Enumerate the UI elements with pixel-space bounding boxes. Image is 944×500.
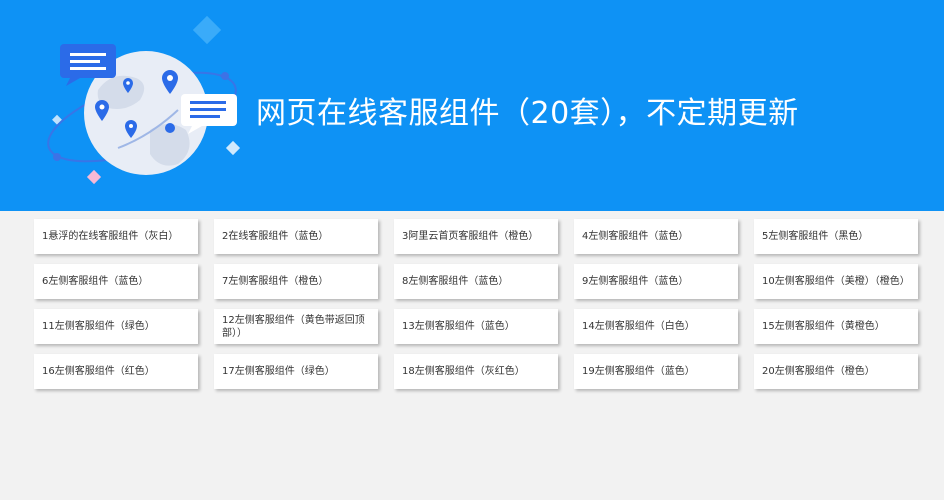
component-card[interactable]: 9左侧客服组件（蓝色） bbox=[574, 264, 738, 299]
component-card[interactable]: 15左侧客服组件（黄橙色） bbox=[754, 309, 918, 344]
component-card[interactable]: 1悬浮的在线客服组件（灰白） bbox=[34, 219, 198, 254]
component-label: 6左侧客服组件（蓝色） bbox=[42, 276, 149, 287]
component-label: 2在线客服组件（蓝色） bbox=[222, 231, 329, 242]
component-card[interactable]: 19左侧客服组件（蓝色） bbox=[574, 354, 738, 389]
component-label: 14左侧客服组件（白色） bbox=[582, 321, 695, 332]
component-card[interactable]: 20左侧客服组件（橙色） bbox=[754, 354, 918, 389]
component-grid: 1悬浮的在线客服组件（灰白） 2在线客服组件（蓝色） 3阿里云首页客服组件（橙色… bbox=[34, 219, 918, 389]
component-label: 16左侧客服组件（红色） bbox=[42, 366, 155, 377]
component-label: 7左侧客服组件（橙色） bbox=[222, 276, 329, 287]
component-label: 9左侧客服组件（蓝色） bbox=[582, 276, 689, 287]
component-label: 18左侧客服组件（灰红色） bbox=[402, 366, 525, 377]
component-label: 10左侧客服组件（美橙）（橙色） bbox=[762, 276, 910, 287]
component-label: 13左侧客服组件（蓝色） bbox=[402, 321, 515, 332]
component-label: 4左侧客服组件（蓝色） bbox=[582, 231, 689, 242]
globe-chat-illustration bbox=[47, 15, 241, 185]
component-card[interactable]: 5左侧客服组件（黑色） bbox=[754, 219, 918, 254]
component-label: 3阿里云首页客服组件（橙色） bbox=[402, 231, 539, 242]
page-title: 网页在线客服组件（20套），不定期更新 bbox=[256, 96, 799, 131]
diamond-decoration-icon bbox=[225, 140, 241, 156]
component-label: 11左侧客服组件（绿色） bbox=[42, 321, 155, 332]
component-card[interactable]: 3阿里云首页客服组件（橙色） bbox=[394, 219, 558, 254]
header-banner: 网页在线客服组件（20套），不定期更新 bbox=[0, 0, 944, 211]
diamond-decoration-icon bbox=[86, 169, 102, 185]
component-label: 15左侧客服组件（黄橙色） bbox=[762, 321, 885, 332]
component-card[interactable]: 12左侧客服组件（黄色带返回顶部）） bbox=[214, 309, 378, 344]
component-label: 20左侧客服组件（橙色） bbox=[762, 366, 875, 377]
component-label: 5左侧客服组件（黑色） bbox=[762, 231, 869, 242]
component-card[interactable]: 13左侧客服组件（蓝色） bbox=[394, 309, 558, 344]
component-card[interactable]: 4左侧客服组件（蓝色） bbox=[574, 219, 738, 254]
component-label: 8左侧客服组件（蓝色） bbox=[402, 276, 509, 287]
component-card[interactable]: 10左侧客服组件（美橙）（橙色） bbox=[754, 264, 918, 299]
component-card[interactable]: 2在线客服组件（蓝色） bbox=[214, 219, 378, 254]
component-card[interactable]: 11左侧客服组件（绿色） bbox=[34, 309, 198, 344]
component-card[interactable]: 14左侧客服组件（白色） bbox=[574, 309, 738, 344]
component-label: 17左侧客服组件（绿色） bbox=[222, 366, 335, 377]
component-card[interactable]: 7左侧客服组件（橙色） bbox=[214, 264, 378, 299]
component-card[interactable]: 17左侧客服组件（绿色） bbox=[214, 354, 378, 389]
component-label: 1悬浮的在线客服组件（灰白） bbox=[42, 231, 179, 242]
component-card[interactable]: 18左侧客服组件（灰红色） bbox=[394, 354, 558, 389]
component-card[interactable]: 8左侧客服组件（蓝色） bbox=[394, 264, 558, 299]
diamond-decoration-icon bbox=[192, 15, 222, 45]
component-label: 19左侧客服组件（蓝色） bbox=[582, 366, 695, 377]
component-label: 12左侧客服组件（黄色带返回顶部）） bbox=[222, 314, 365, 339]
component-card[interactable]: 16左侧客服组件（红色） bbox=[34, 354, 198, 389]
component-card[interactable]: 6左侧客服组件（蓝色） bbox=[34, 264, 198, 299]
